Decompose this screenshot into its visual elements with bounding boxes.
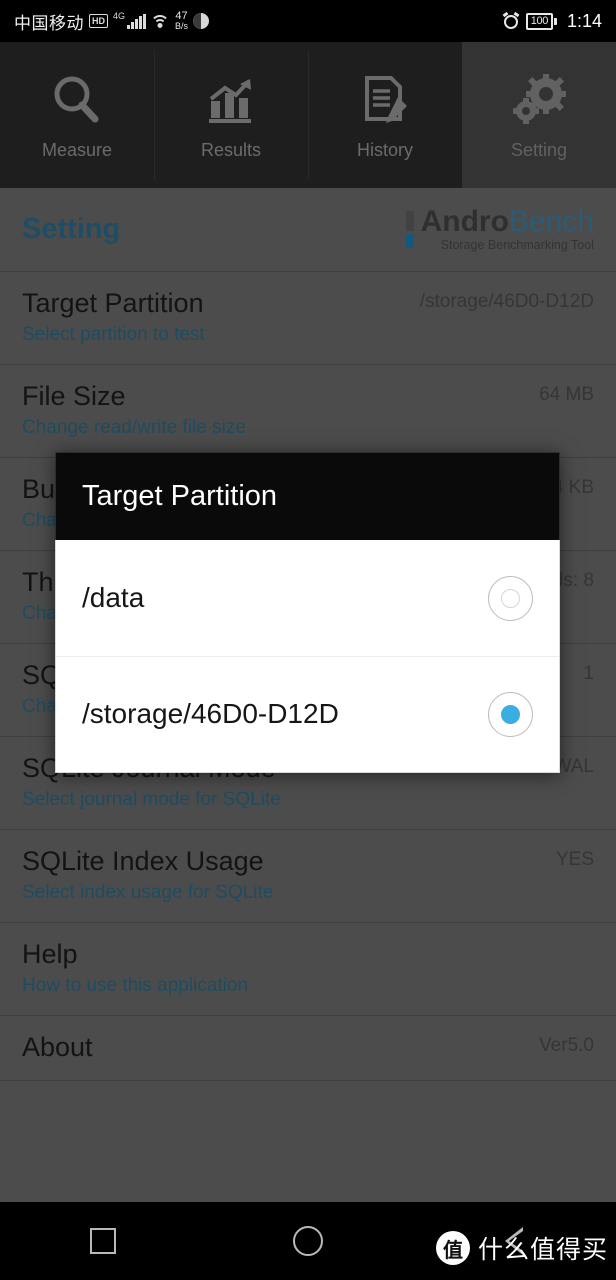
signal-strength-bars	[127, 13, 146, 29]
smzdm-watermark: 值 什么值得买	[435, 1230, 608, 1266]
logo-words: AndroBench Storage Benchmarking Tool	[421, 207, 594, 253]
radio-dot-icon	[501, 704, 520, 724]
tab-results[interactable]: Results	[154, 42, 308, 188]
tab-results-label: Results	[200, 139, 262, 160]
dialog-option-label: /storage/46D0-D12D	[82, 698, 339, 729]
target-partition-dialog: Target Partition /data/storage/46D0-D12D	[55, 452, 560, 773]
globe-icon	[193, 13, 209, 29]
radio-button[interactable]	[488, 691, 533, 737]
magnifier-icon	[49, 70, 105, 132]
battery-icon: 100	[525, 12, 557, 30]
dialog-header: Target Partition	[55, 452, 560, 540]
radio-button[interactable]	[488, 575, 533, 621]
dialog-option-label: /data	[82, 582, 145, 613]
settings-row[interactable]: File Size Change read/write file size 64 M…	[0, 365, 616, 458]
home-circle-icon	[292, 1226, 323, 1256]
net-speed-unit: B/s	[174, 21, 188, 31]
settings-row-value: /storage/46D0-D12D	[419, 291, 594, 312]
main-tab-bar: Measure Results History Setting	[0, 42, 616, 188]
net-speed-icon: 47 B/s	[174, 10, 188, 32]
settings-row-title: Help	[22, 939, 78, 969]
status-bar-left: 中国移动 HD 4G 47 B/s	[14, 9, 209, 34]
settings-row[interactable]: SQLite Index Usage Select index usage for…	[0, 830, 616, 923]
tab-setting[interactable]: Setting	[462, 42, 616, 188]
settings-row-title: SQLite Index Usage	[22, 846, 264, 876]
settings-row[interactable]: Help How to use this application	[0, 923, 616, 1016]
tab-measure[interactable]: Measure	[0, 42, 154, 188]
alarm-icon	[502, 11, 520, 29]
settings-row-subtitle: How to use this application	[22, 975, 249, 996]
settings-row-value: 1	[583, 663, 594, 684]
settings-row-value: Ver5.0	[539, 1035, 594, 1056]
radio-dot-icon	[501, 588, 520, 608]
dialog-title: Target Partition	[82, 480, 278, 512]
settings-row-subtitle: Select index usage for SQLite	[22, 882, 274, 903]
settings-row-title: File Size	[22, 381, 126, 411]
status-bar-clock: 1:14	[566, 10, 602, 31]
network-type-label: 4G	[113, 10, 126, 21]
wifi-icon	[150, 14, 170, 29]
status-bar: 中国移动 HD 4G 47 B/s 100 1:14	[0, 0, 616, 42]
tab-history-label: History	[356, 139, 413, 160]
nav-recents-button[interactable]	[0, 1228, 205, 1254]
page-header: Setting AndroBench Storage Benchmarking …	[0, 188, 616, 272]
system-navigation-bar: 值 什么值得买	[0, 1202, 616, 1280]
settings-row-value: 64 MB	[539, 384, 594, 405]
tab-measure-label: Measure	[41, 139, 113, 160]
signal-bars-icon: 4G	[113, 10, 146, 29]
nav-home-button[interactable]	[205, 1226, 410, 1256]
dialog-option[interactable]: /storage/46D0-D12D	[56, 656, 559, 772]
tab-setting-label: Setting	[510, 139, 568, 160]
battery-percent-label: 100	[525, 12, 553, 30]
logo-wordmark: AndroBench	[421, 207, 594, 237]
settings-row-subtitle: Select journal mode for SQLite	[22, 789, 281, 810]
tab-history[interactable]: History	[308, 42, 462, 188]
settings-row[interactable]: Target Partition Select partition to test…	[0, 272, 616, 365]
hd-icon: HD	[89, 14, 108, 28]
dialog-options-list[interactable]: /data/storage/46D0-D12D	[55, 540, 560, 773]
smzdm-badge-icon: 值	[435, 1231, 470, 1265]
smzdm-watermark-text: 什么值得买	[477, 1236, 608, 1264]
logo-bars-icon	[405, 211, 414, 248]
settings-row[interactable]: About Ver5.0	[0, 1016, 616, 1081]
androbench-logo: AndroBench Storage Benchmarking Tool	[405, 207, 594, 253]
net-speed-value: 47	[175, 10, 188, 22]
logo-bench: Bench	[508, 205, 594, 238]
settings-row-value: YES	[555, 849, 594, 870]
status-bar-right: 100 1:14	[502, 10, 602, 32]
bar-chart-icon	[203, 70, 259, 132]
document-pencil-icon	[357, 70, 413, 132]
logo-tagline: Storage Benchmarking Tool	[440, 238, 594, 252]
dialog-option[interactable]: /data	[56, 540, 559, 656]
gears-icon	[511, 70, 567, 132]
recents-square-icon	[89, 1228, 116, 1254]
settings-row-subtitle: Select partition to test	[22, 324, 205, 345]
settings-row-subtitle: Change read/write file size	[22, 417, 246, 438]
carrier-label: 中国移动	[14, 13, 84, 33]
logo-andro: Andro	[420, 205, 509, 238]
settings-row-title: About	[22, 1032, 93, 1062]
phone-screen: 中国移动 HD 4G 47 B/s 100 1:14 Measure Resul…	[0, 0, 616, 1280]
page-title: Setting	[22, 213, 121, 245]
